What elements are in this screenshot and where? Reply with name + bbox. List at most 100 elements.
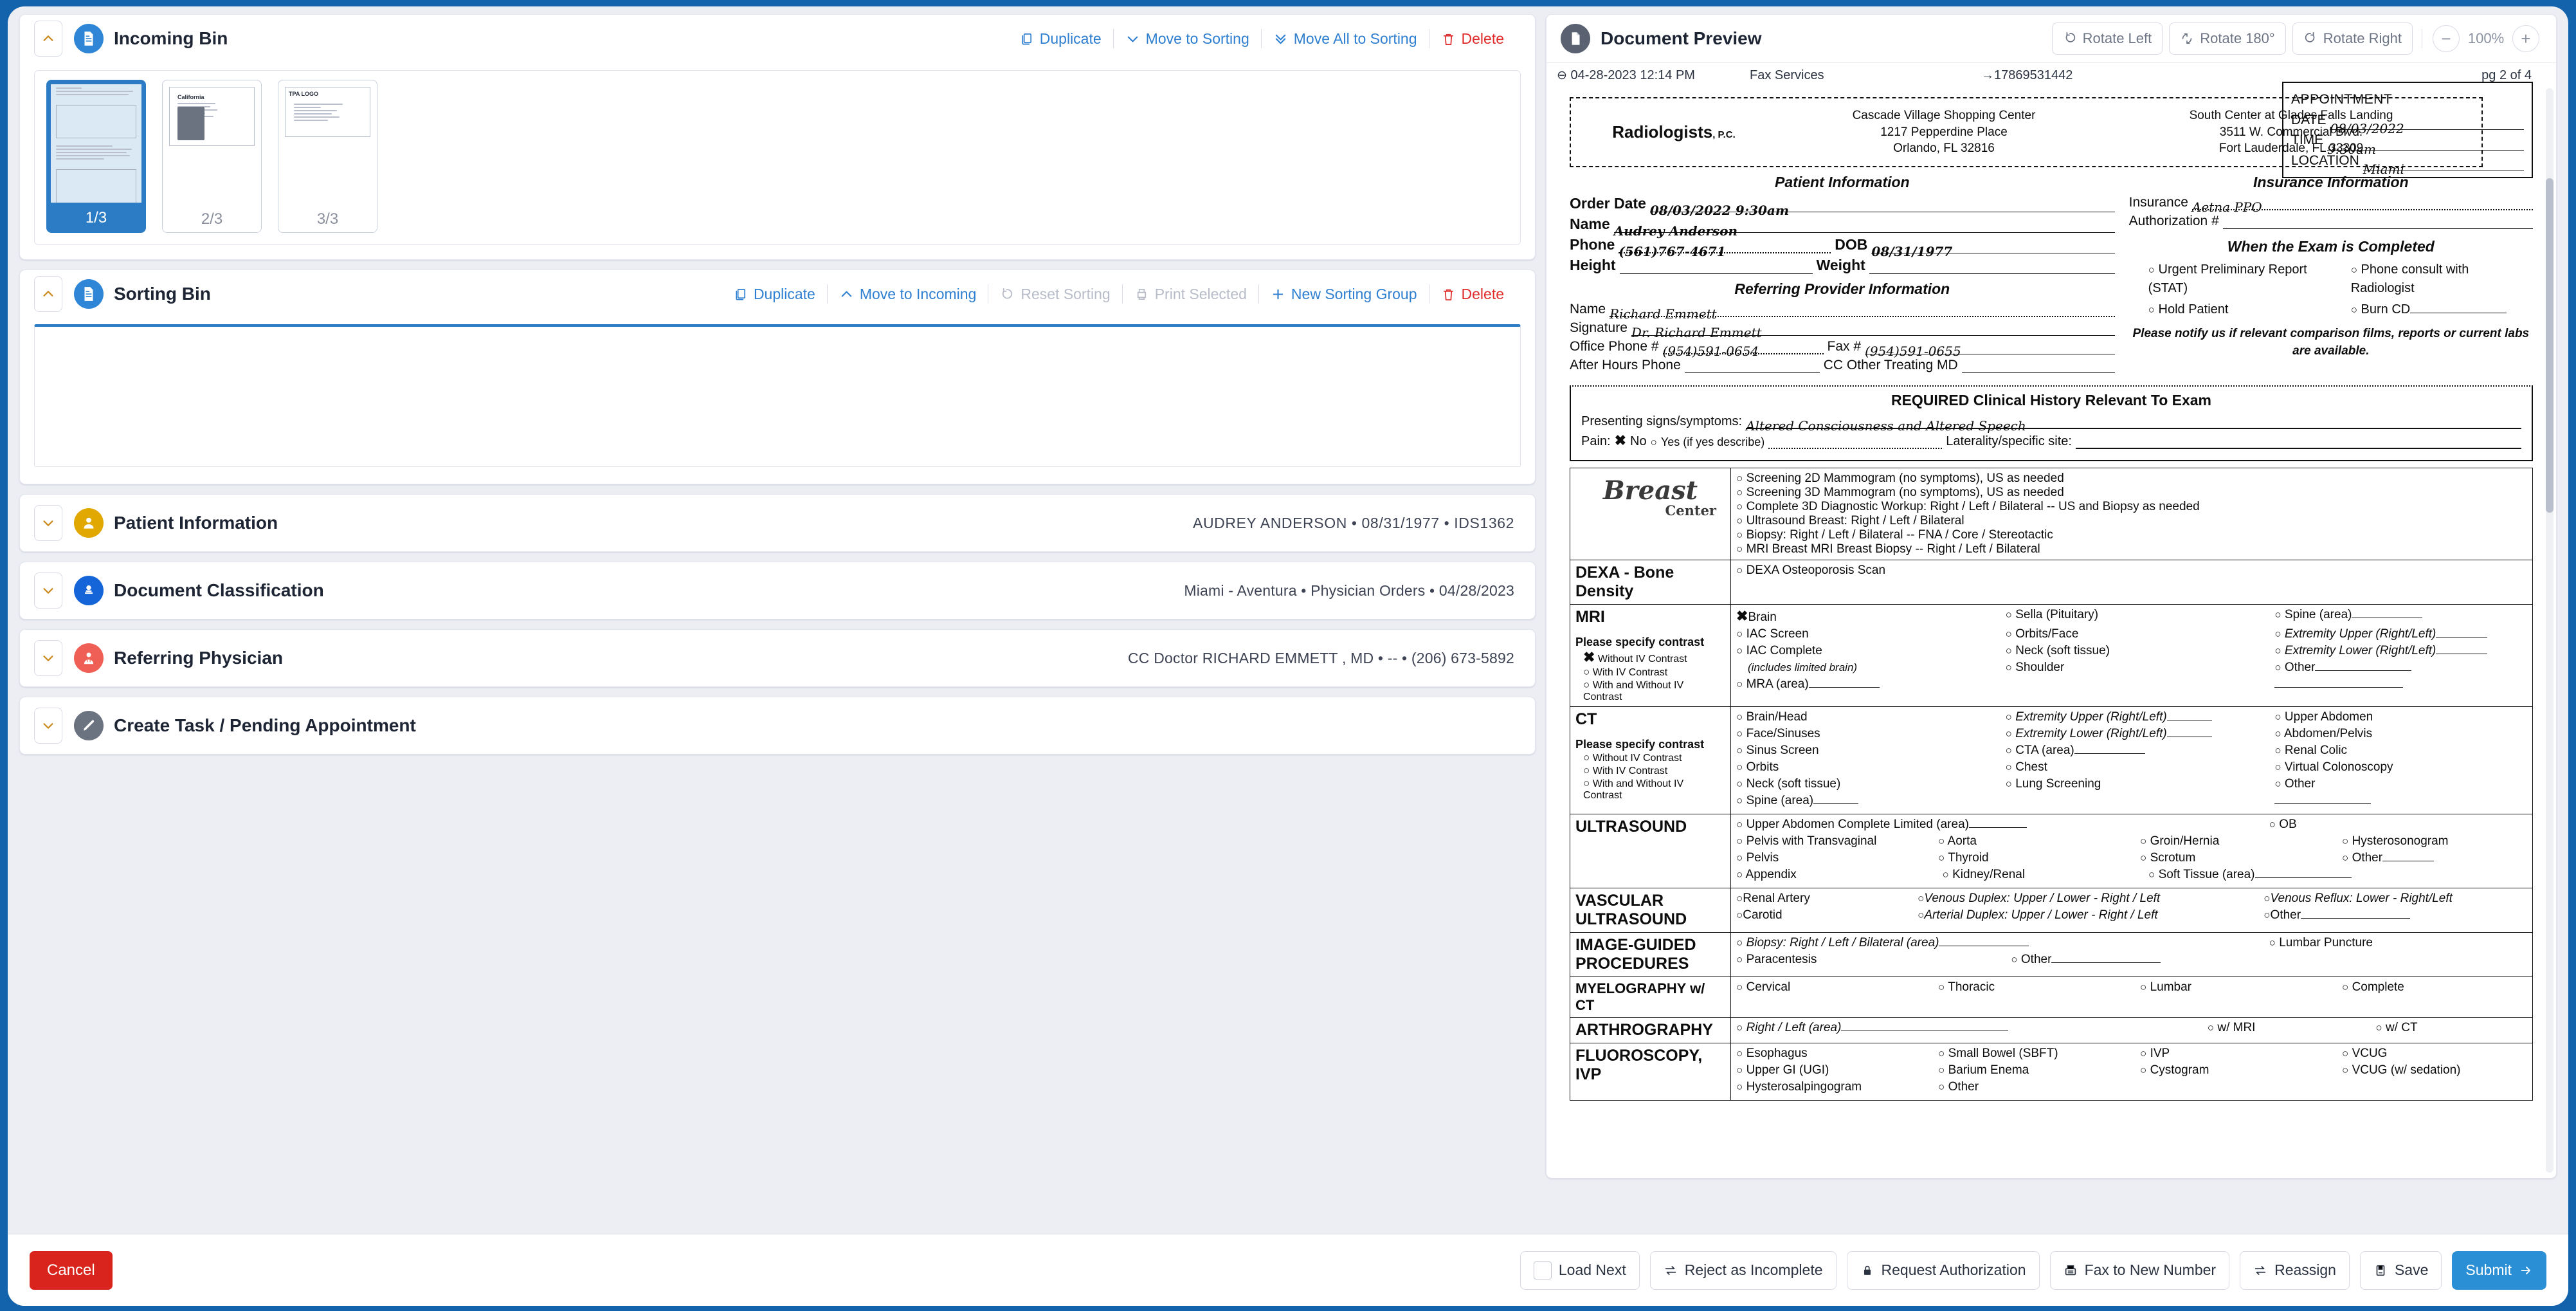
breast-option-5: Biopsy: Right / Left / Bilateral -- FNA … [1746,527,2053,542]
load-next-checkbox[interactable] [1533,1261,1552,1279]
arth-opt-right-left: Right / Left (area) [1746,1020,1842,1034]
pain-no-label: No [1630,434,1647,448]
incoming-duplicate-button[interactable]: Duplicate [1008,30,1113,48]
zoom-in-button[interactable]: + [2512,25,2539,52]
document-classification-expand-toggle[interactable] [34,573,62,609]
save-button[interactable]: Save [2359,1251,2442,1290]
us-opt-thyroid: Thyroid [1948,850,1989,865]
sorting-bin-collapse-toggle[interactable] [34,276,62,312]
scanned-order-form: APPOINTMENT DATE 08/03/2022 TIME 9:30am LO… [1570,82,2533,1101]
insurance-value: Aetna PPO [2191,199,2262,215]
rotate-right-label: Rotate Right [2323,30,2402,46]
chevron-down-icon [43,723,53,729]
rotate-left-button[interactable]: Rotate Left [2051,23,2163,55]
print-selected-button[interactable]: Print Selected [1123,286,1258,303]
ct-opt-abdomen-pelvis: Abdomen/Pelvis [2283,726,2373,740]
sorting-bin-panel: Sorting Bin Duplicate Move to Incoming R… [19,270,1536,484]
fluoro-opt-small-bowel: Small Bowel (SBFT) [1948,1046,2058,1060]
sorting-delete-button[interactable]: Delete [1429,286,1516,303]
order-date-value: 08/03/2022 9:30am [1649,202,1790,218]
document-classification-section: Document Classification Miami - Aventura… [19,562,1536,619]
document-scrollbar[interactable] [2546,88,2553,1173]
move-to-sorting-button[interactable]: Move to Sorting [1114,30,1261,48]
mri-opt-iac-complete: IAC Complete [1746,643,1822,657]
igp-opt-lumbar-puncture: Lumbar Puncture [2279,935,2373,949]
zoom-out-button[interactable]: − [2433,25,2460,52]
fluoro-opt-other: Other [1948,1079,1979,1094]
breast-option-2: Screening 3D Mammogram (no symptoms), US… [1746,485,2064,499]
page-thumbnail-1[interactable]: 1/3 [46,80,146,233]
fax-to-new-number-button[interactable]: Fax to New Number [2049,1251,2230,1290]
patient-phone-value: (561)767-4671 [1619,243,1726,259]
appointment-time-label: TIME [2291,133,2324,147]
swap-icon [2254,1265,2266,1275]
referring-physician-header[interactable]: Referring Physician CC Doctor RICHARD EM… [20,630,1535,686]
mye-opt-complete: Complete [2352,980,2404,994]
create-task-expand-toggle[interactable] [34,708,62,744]
reassign-button[interactable]: Reassign [2240,1251,2350,1290]
appointment-date-label: DATE [2291,112,2327,127]
incoming-delete-label: Delete [1461,30,1504,47]
new-sorting-group-label: New Sorting Group [1291,285,1417,302]
move-all-to-sorting-button[interactable]: Move All to Sorting [1262,30,1429,48]
chevron-down-icon [43,520,53,526]
us-opt-scrotum: Scrotum [2150,850,2196,865]
modality-options-dexa: ○ DEXA Osteoporosis Scan [1730,559,2533,605]
chevron-double-down-icon [1275,34,1286,44]
print-selected-label: Print Selected [1154,285,1247,302]
rotate-right-button[interactable]: Rotate Right [2292,23,2413,55]
rotate-left-icon [2065,32,2075,42]
modality-options-fluoroscopy: ○ Esophagus ○ Small Bowel (SBFT) ○ IVP ○… [1730,1042,2533,1101]
provider-afterhours-label: After Hours Phone [1570,357,1681,372]
us-opt-pelvis-transvaginal: Pelvis with Transvaginal [1746,834,1877,848]
page-thumbnail-3[interactable]: TPA LOGO 3/3 [278,80,377,233]
provider-phone-fax-field: Office Phone # (954)591-0654 Fax # (954)… [1570,339,2115,359]
copy-icon [736,288,746,300]
modality-row-dexa: DEXA - Bone Density ○ DEXA Osteoporosis … [1570,559,2533,605]
request-authorization-button[interactable]: Request Authorization [1846,1251,2040,1290]
patient-information-header[interactable]: Patient Information AUDREY ANDERSON • 08… [20,495,1535,551]
us-opt-hysterosonogram: Hysterosonogram [2352,834,2449,848]
modality-options-ultrasound: ○ Upper Abdomen Complete Limited (area) … [1730,813,2533,888]
reject-as-incomplete-label: Reject as Incomplete [1684,1261,1823,1278]
plus-icon [1273,289,1283,299]
scrollbar-thumb[interactable] [2546,178,2553,513]
fax-icon [2065,1265,2076,1275]
office-1-street: 1217 Pepperdine Place [1880,125,2008,139]
referring-physician-expand-toggle[interactable] [34,640,62,676]
document-scroll-area[interactable]: ⊖ 04-28-2023 12:14 PM Fax Services →1786… [1547,62,2556,1178]
mye-opt-cervical: Cervical [1746,980,1791,994]
copy-icon [1022,33,1031,45]
mri-opt-other: Other [2284,660,2316,674]
submit-button[interactable]: Submit [2452,1251,2546,1290]
rotate-180-button[interactable]: Rotate 180° [2169,23,2286,55]
reject-as-incomplete-button[interactable]: Reject as Incomplete [1649,1251,1837,1290]
new-sorting-group-button[interactable]: New Sorting Group [1259,286,1429,303]
patient-name-label: Name [1570,215,1610,232]
office-1: Cascade Village Shopping Center 1217 Pep… [1770,107,2118,157]
fluoro-opt-esophagus: Esophagus [1746,1046,1808,1060]
load-next-button[interactable]: Load Next [1519,1251,1640,1290]
referring-physician-section: Referring Physician CC Doctor RICHARD EM… [19,629,1536,687]
doctor-icon [74,643,104,673]
sorting-duplicate-button[interactable]: Duplicate [721,286,827,303]
pencil-icon [74,711,104,740]
cancel-button[interactable]: Cancel [30,1251,113,1290]
provider-name-label: Name [1570,301,1606,316]
move-to-incoming-button[interactable]: Move to Incoming [828,286,988,303]
incoming-delete-button[interactable]: Delete [1429,30,1516,48]
swap-icon [1665,1265,1676,1275]
right-column: Document Preview Rotate Left Rotate 180° [1546,14,2557,1225]
page-thumbnail-2[interactable]: California 2/3 [162,80,262,233]
create-task-title: Create Task / Pending Appointment [114,715,416,735]
create-task-header[interactable]: Create Task / Pending Appointment [20,697,1535,754]
chevron-up-icon [43,291,53,297]
order-date-label: Order Date [1570,194,1646,212]
incoming-bin-collapse-toggle[interactable] [34,21,62,57]
sorting-drop-area[interactable] [34,324,1521,467]
modality-options-mri: ✖Brain ○ Sella (Pituitary) ○ Spine (area… [1730,603,2533,707]
patient-information-expand-toggle[interactable] [34,505,62,541]
referring-physician-summary: CC Doctor RICHARD EMMETT , MD • -- • (20… [1127,649,1514,666]
document-classification-header[interactable]: Document Classification Miami - Aventura… [20,562,1535,619]
reset-sorting-button[interactable]: Reset Sorting [988,286,1121,303]
